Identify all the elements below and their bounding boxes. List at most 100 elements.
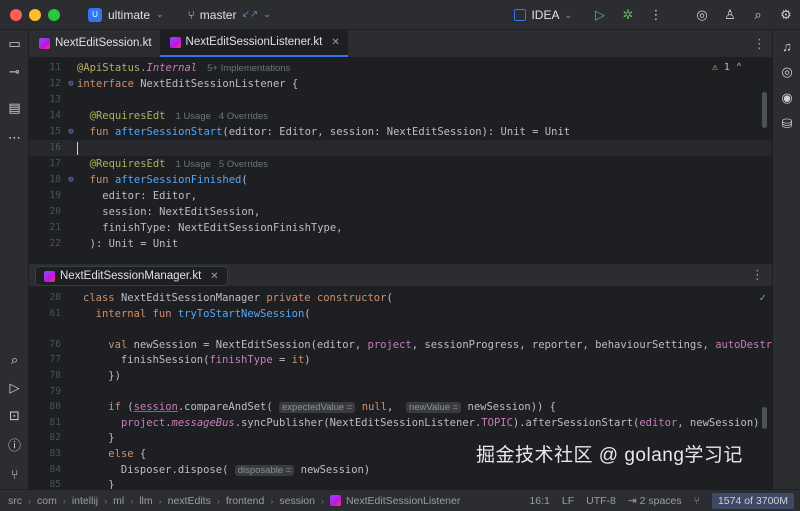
code-text: project.messageBus.syncPublisher(NextEdi… xyxy=(120,416,760,429)
line-number: 77 xyxy=(49,354,61,366)
line-number: 12 xyxy=(49,78,61,89)
code-vision-hint[interactable]: 1 Usage 5 Overrides xyxy=(176,159,268,170)
tab-next-edit-session-manager[interactable]: NextEditSessionManager.kt ✕ xyxy=(35,266,228,286)
breadcrumb-item[interactable]: src xyxy=(8,495,22,507)
implementation-marker-icon[interactable]: ⊙ xyxy=(65,76,77,92)
breadcrumb-item[interactable]: frontend xyxy=(226,495,265,507)
kotlin-file-icon xyxy=(169,36,181,48)
zoom-window-button[interactable] xyxy=(48,8,60,21)
code-line[interactable]: 19 editor: Editor, xyxy=(29,188,772,204)
split-editor-header: NextEditSessionManager.kt ✕ ⋮ xyxy=(29,263,772,287)
code-text: if (session.compareAndSet( expectedValue… xyxy=(108,401,556,414)
breadcrumb-item[interactable]: NextEditSessionListener xyxy=(346,495,460,507)
debug-icon[interactable]: ✲ xyxy=(614,0,642,30)
implementation-marker-icon[interactable]: ⊙ xyxy=(65,172,77,188)
database-icon[interactable]: ⛁ xyxy=(773,112,800,136)
code-line[interactable]: 61 internal fun tryToStartNewSession( xyxy=(29,306,772,322)
vcs-branch-widget[interactable]: ⑂ master ↙↗ ⌄ xyxy=(188,8,271,22)
code-line[interactable]: 28 class NextEditSessionManager private c… xyxy=(29,290,772,306)
code-line[interactable]: 13 xyxy=(29,92,772,108)
commit-icon[interactable]: ⊸ xyxy=(0,60,29,84)
code-token: Internal xyxy=(146,62,198,74)
code-text: class NextEditSessionManager private con… xyxy=(83,292,393,304)
notifications-icon[interactable]: ♫ xyxy=(773,34,800,58)
breadcrumb-item[interactable]: llm xyxy=(139,495,152,507)
breadcrumb-item[interactable]: intellij xyxy=(72,495,98,507)
memory-indicator[interactable]: 1574 of 3700M xyxy=(711,493,794,509)
line-number: 79 xyxy=(49,385,61,397)
code-line[interactable]: 76 val newSession = NextEditSession(edit… xyxy=(29,337,772,353)
code-token: fun xyxy=(77,174,115,186)
tab-options-icon[interactable]: ⋮ xyxy=(753,30,766,58)
code-line-current[interactable]: 16 xyxy=(29,140,772,156)
close-icon[interactable]: ✕ xyxy=(210,271,218,282)
line-separator[interactable]: LF xyxy=(562,495,574,507)
code-token: internal fun xyxy=(95,307,178,320)
code-line[interactable]: 79 xyxy=(29,384,772,400)
code-text: fun afterSessionStart(editor: Editor, se… xyxy=(77,124,570,140)
code-line[interactable]: 78 }) xyxy=(29,368,772,384)
run-config-name: IDEA xyxy=(531,8,560,22)
code-line[interactable]: 77 finishSession(finishType = it) xyxy=(29,352,772,368)
more-tools-icon[interactable]: ⋯ xyxy=(0,126,29,150)
close-icon[interactable]: ✕ xyxy=(331,37,339,48)
code-line[interactable]: 22 ): Unit = Unit xyxy=(29,236,772,252)
more-icon[interactable]: ⋮ xyxy=(642,0,670,30)
search-icon[interactable]: ⌕ xyxy=(744,0,772,30)
terminal-icon[interactable]: ⊡ xyxy=(0,404,29,428)
code-line[interactable]: 11 @ApiStatus.Internal 5+ Implementations xyxy=(29,60,772,76)
tab-label: NextEditSessionManager.kt xyxy=(60,270,202,282)
indent-setting[interactable]: ⇥ 2 spaces xyxy=(628,495,682,507)
implementation-marker-icon[interactable]: ⊙ xyxy=(65,124,77,140)
code-line[interactable]: 15 ⊙ fun afterSessionStart(editor: Editor… xyxy=(29,124,772,140)
ai-assistant-icon[interactable]: ◎ xyxy=(688,0,716,30)
breadcrumb-item[interactable]: session xyxy=(279,495,315,507)
git-icon[interactable]: ⑂ xyxy=(0,462,29,486)
breadcrumb-separator-icon: › xyxy=(62,495,66,506)
code-vision-hint[interactable]: 5+ Implementations xyxy=(207,63,290,74)
minimize-window-button[interactable] xyxy=(29,8,41,21)
code-line[interactable]: 17 @RequiresEdt 1 Usage 5 Overrides xyxy=(29,156,772,172)
code-line[interactable]: 12 ⊙ interface NextEditSessionListener { xyxy=(29,76,772,92)
close-window-button[interactable] xyxy=(10,8,22,21)
breadcrumb-item[interactable]: ml xyxy=(113,495,124,507)
gear-icon[interactable]: ⚙ xyxy=(772,0,800,30)
tab-options-icon[interactable]: ⋮ xyxy=(751,267,764,283)
file-encoding[interactable]: UTF-8 xyxy=(586,495,616,507)
code-token: finishType xyxy=(209,354,273,367)
title-bar: U ultimate ⌄ ⑂ master ↙↗ ⌄ IDEA ⌄ ▷ ✲ ⋮ … xyxy=(0,0,800,30)
structure-icon[interactable]: ▤ xyxy=(0,96,29,120)
problems-icon[interactable]: ⓘ xyxy=(0,432,29,456)
code-vision-hint[interactable]: 1 Usage 4 Overrides xyxy=(176,111,268,122)
code-line[interactable]: 20 session: NextEditSession, xyxy=(29,204,772,220)
breadcrumb-item[interactable]: com xyxy=(37,495,57,507)
code-line[interactable]: 14 @RequiresEdt 1 Usage 4 Overrides xyxy=(29,108,772,124)
ai-assistant-icon[interactable]: ◉ xyxy=(773,86,800,110)
services-icon[interactable]: ▷ xyxy=(0,376,29,400)
breadcrumb-separator-icon: › xyxy=(270,495,274,506)
line-number: 19 xyxy=(49,190,61,201)
code-token: afterSessionFinished xyxy=(114,174,242,186)
code-line[interactable]: 18 ⊙ fun afterSessionFinished( xyxy=(29,172,772,188)
caret-position[interactable]: 16:1 xyxy=(529,495,549,507)
tab-next-edit-session-listener[interactable]: NextEditSessionListener.kt ✕ xyxy=(159,29,348,57)
code-line[interactable] xyxy=(29,321,772,337)
code-text: Disposer.dispose( disposable = newSessio… xyxy=(83,463,371,476)
project-switcher[interactable]: U ultimate ⌄ xyxy=(88,7,164,22)
breadcrumb-item[interactable]: nextEdits xyxy=(168,495,211,507)
code-line[interactable]: 81 project.messageBus.syncPublisher(Next… xyxy=(29,415,772,431)
search-icon[interactable]: ⌕ xyxy=(0,348,29,372)
ai-chat-icon[interactable]: ◎ xyxy=(773,60,800,84)
tab-next-edit-session[interactable]: NextEditSession.kt xyxy=(29,29,160,57)
window-controls xyxy=(10,8,60,21)
run-icon[interactable]: ▷ xyxy=(586,0,614,30)
code-token: private constructor xyxy=(266,292,387,304)
vcs-status-icon[interactable]: ⑂ xyxy=(694,495,700,507)
code-line[interactable]: 85 } xyxy=(29,477,772,489)
run-configuration-selector[interactable]: IDEA ⌄ xyxy=(514,8,572,22)
add-user-icon[interactable]: ♙ xyxy=(716,0,744,30)
editor-pane-top[interactable]: ⚠ 1 ⌃ 11 @ApiStatus.Internal 5+ Implementa… xyxy=(29,58,772,263)
code-line[interactable]: 80 if (session.compareAndSet( expectedVa… xyxy=(29,399,772,415)
project-folder-icon[interactable]: ▭ xyxy=(0,32,29,56)
code-line[interactable]: 21 finishType: NextEditSessionFinishType… xyxy=(29,220,772,236)
